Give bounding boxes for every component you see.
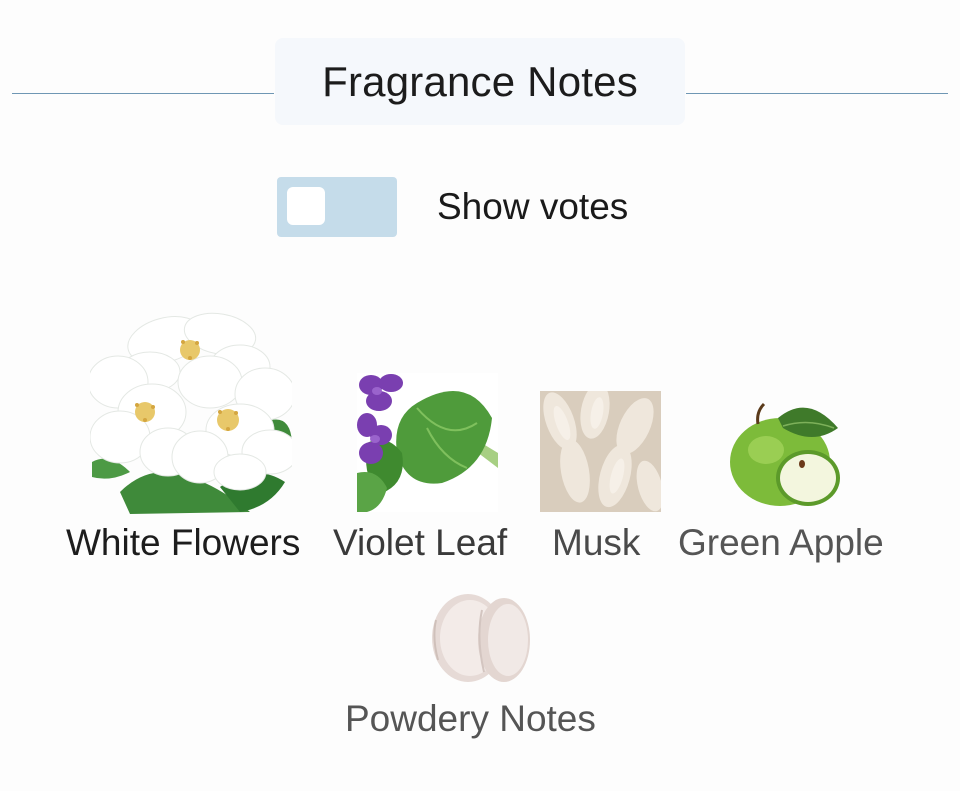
note-label: Violet Leaf	[333, 522, 508, 563]
section-title-box: Fragrance Notes	[275, 38, 685, 125]
note-label: Musk	[552, 522, 641, 563]
note-label: Powdery Notes	[345, 698, 596, 739]
white-flowers-icon	[90, 312, 292, 514]
violet-leaf-icon	[357, 373, 498, 512]
divider-right	[686, 93, 948, 94]
divider-left	[12, 93, 274, 94]
toggle-knob	[287, 187, 325, 225]
show-votes-label[interactable]: Show votes	[437, 186, 628, 228]
musk-icon	[540, 391, 661, 512]
show-votes-toggle[interactable]	[277, 177, 397, 237]
powdery-notes-icon	[430, 590, 530, 688]
section-title: Fragrance Notes	[322, 57, 638, 105]
green-apple-icon	[730, 402, 840, 506]
note-label: Green Apple	[678, 522, 884, 563]
note-label: White Flowers	[66, 522, 301, 563]
